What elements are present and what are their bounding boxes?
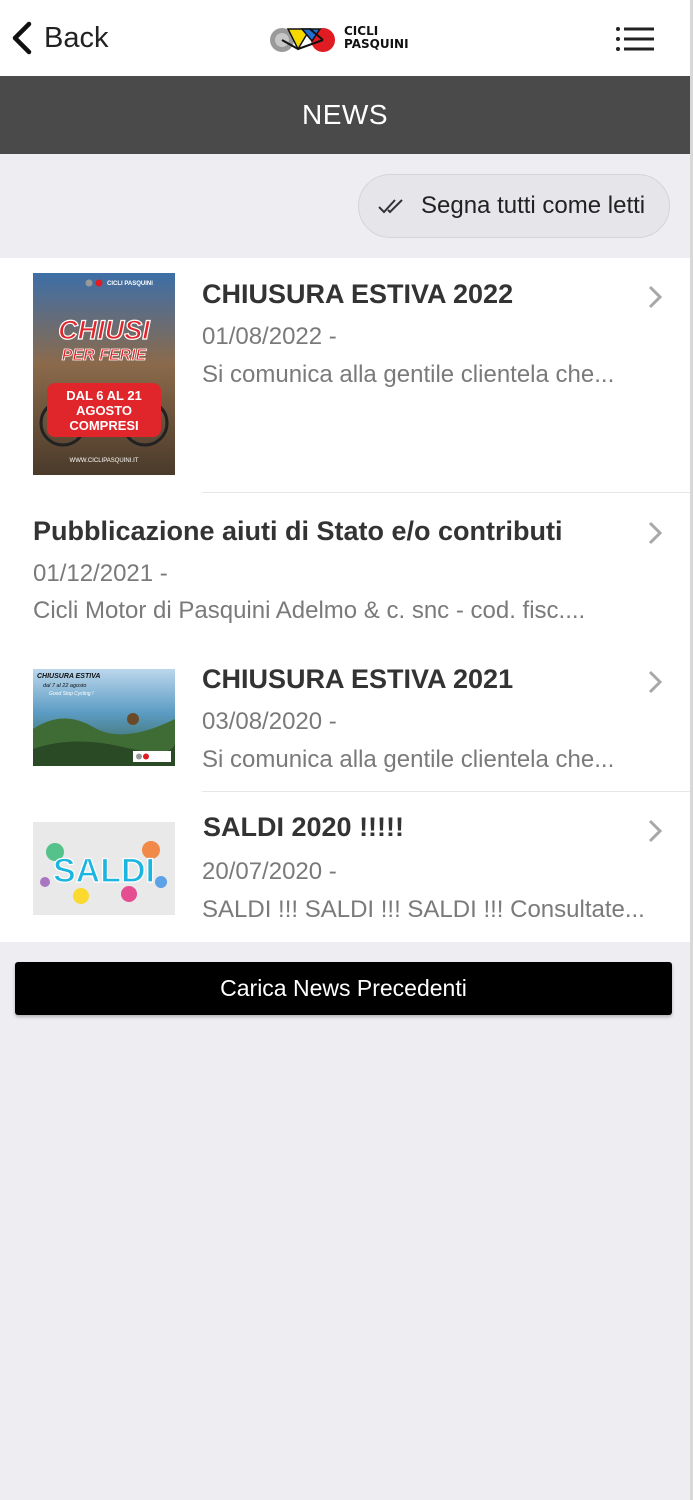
summer-closure-photo: CHIUSURA ESTIVA dal 7 al 22 agosto Good … xyxy=(33,669,175,766)
page-title: NEWS xyxy=(302,99,388,130)
double-check-icon xyxy=(378,199,403,214)
news-summary: SALDI !!! SALDI !!! SALDI !!! Consultate… xyxy=(202,896,645,923)
bicycle-logo-icon xyxy=(270,28,335,52)
brand-logo: CICLI PASQUINI xyxy=(268,20,409,56)
news-date: 01/08/2022 - xyxy=(202,323,337,350)
photo-caption-2: dal 7 al 22 agosto xyxy=(43,683,86,689)
load-previous-news-label: Carica News Precedenti xyxy=(220,975,467,1001)
news-item[interactable]: SALDI SALDI 2020 !!!!! 20/07/2020 - SALD… xyxy=(0,792,690,942)
photo-caption-1: CHIUSURA ESTIVA xyxy=(37,673,100,680)
menu-list-icon[interactable] xyxy=(614,24,656,54)
news-thumbnail: CHIUSURA ESTIVA dal 7 al 22 agosto Good … xyxy=(33,669,175,766)
chevron-right-icon xyxy=(648,521,663,545)
poster-badge-2: AGOSTO xyxy=(76,403,132,418)
news-thumbnail: SALDI xyxy=(33,822,175,915)
chevron-left-icon xyxy=(12,21,32,55)
news-date: 20/07/2020 - xyxy=(202,858,337,885)
news-summary: Si comunica alla gentile clientela che..… xyxy=(202,746,615,773)
load-previous-news-button[interactable]: Carica News Precedenti xyxy=(15,962,672,1015)
chevron-right-icon xyxy=(648,285,663,309)
news-title: Pubblicazione aiuti di Stato e/o contrib… xyxy=(33,516,563,546)
page-title-bar: NEWS xyxy=(0,76,690,154)
mark-all-read-button[interactable]: Segna tutti come letti xyxy=(358,174,670,238)
photo-caption-3: Good Stop Cycling ! xyxy=(49,691,94,697)
chevron-right-icon xyxy=(648,819,663,843)
news-item[interactable]: CICLI PASQUINI CHIUSI PER FERIE DAL 6 AL… xyxy=(0,258,690,492)
news-title: CHIUSURA ESTIVA 2021 xyxy=(202,664,514,694)
back-label: Back xyxy=(44,21,109,54)
news-date: 03/08/2020 - xyxy=(202,708,337,735)
poster-badge-1: DAL 6 AL 21 xyxy=(66,388,142,403)
news-title: CHIUSURA ESTIVA 2022 xyxy=(202,279,514,309)
news-title: SALDI 2020 !!!!! xyxy=(203,812,405,842)
chevron-right-icon xyxy=(648,670,663,694)
top-navigation-bar: Back CICLI PASQUINI xyxy=(0,0,690,76)
closed-for-holidays-poster: CICLI PASQUINI CHIUSI PER FERIE DAL 6 AL… xyxy=(33,273,175,475)
news-summary: Cicli Motor di Pasquini Adelmo & c. snc … xyxy=(33,597,586,624)
poster-line-2: PER FERIE xyxy=(62,347,148,364)
news-thumbnail: CICLI PASQUINI CHIUSI PER FERIE DAL 6 AL… xyxy=(33,273,175,475)
news-summary: Si comunica alla gentile clientela che..… xyxy=(202,361,615,388)
poster-line-1: CHIUSI xyxy=(58,315,150,345)
news-item[interactable]: Pubblicazione aiuti di Stato e/o contrib… xyxy=(0,493,690,642)
sale-text: SALDI xyxy=(53,852,155,890)
news-list: CICLI PASQUINI CHIUSI PER FERIE DAL 6 AL… xyxy=(0,258,690,942)
logo-line-2: PASQUINI xyxy=(344,37,409,51)
mark-all-read-label: Segna tutti come letti xyxy=(421,192,646,219)
sale-graphic: SALDI xyxy=(33,822,175,915)
poster-brand: CICLI PASQUINI xyxy=(107,281,153,287)
logo-text: CICLI PASQUINI xyxy=(344,25,409,51)
poster-badge-3: COMPRESI xyxy=(69,418,138,433)
poster-footer: WWW.CICLIPASQUINI.IT xyxy=(70,458,139,464)
news-date: 01/12/2021 - xyxy=(33,560,168,587)
news-item[interactable]: CHIUSURA ESTIVA dal 7 al 22 agosto Good … xyxy=(0,642,690,791)
back-button[interactable]: Back xyxy=(10,18,108,58)
